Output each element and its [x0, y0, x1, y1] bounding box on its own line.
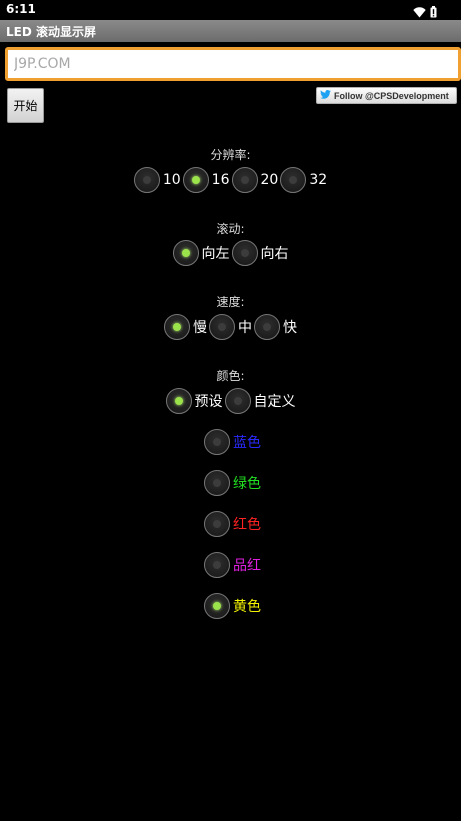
speed-option-fast[interactable]: 快 — [254, 314, 297, 340]
status-time: 6:11 — [6, 2, 36, 16]
scroll-option-left[interactable]: 向左 — [172, 240, 230, 266]
radio-button[interactable] — [204, 429, 230, 455]
scroll-direction-radio-group: 向左 向右 — [0, 240, 461, 266]
radio-button[interactable] — [254, 314, 280, 340]
color-preset-blue[interactable]: 蓝色 — [204, 429, 261, 455]
resolution-option-32[interactable]: 32 — [280, 167, 327, 193]
radio-button[interactable] — [204, 511, 230, 537]
radio-button[interactable] — [280, 167, 307, 193]
radio-label: 品红 — [233, 558, 261, 574]
radio-label: 向左 — [201, 246, 230, 262]
color-preset-green[interactable]: 绿色 — [204, 470, 261, 496]
speed-label: 速度: — [216, 295, 245, 309]
radio-button[interactable] — [204, 593, 230, 619]
speed-option-slow[interactable]: 慢 — [164, 314, 207, 340]
scroll-option-right[interactable]: 向右 — [231, 240, 289, 266]
radio-label: 红色 — [233, 517, 261, 533]
twitter-bird-icon — [320, 90, 331, 101]
radio-button[interactable] — [231, 167, 258, 193]
start-button[interactable]: 开始 — [7, 88, 44, 123]
twitter-follow-button[interactable]: Follow @CPSDevelopment — [316, 87, 457, 104]
twitter-follow-label: Follow @CPSDevelopment — [334, 90, 449, 101]
radio-button[interactable] — [209, 314, 235, 340]
resolution-option-20[interactable]: 20 — [231, 167, 279, 193]
title-bar: LED 滚动显示屏 — [0, 20, 461, 42]
scroll-text-input[interactable] — [5, 47, 461, 81]
color-preset-yellow[interactable]: 黄色 — [204, 593, 261, 619]
radio-label: 蓝色 — [233, 435, 261, 451]
resolution-radio-group: 10 16 20 32 — [0, 167, 461, 193]
radio-button[interactable] — [165, 388, 192, 414]
radio-label: 快 — [283, 320, 297, 336]
radio-button[interactable] — [231, 240, 258, 266]
radio-button[interactable] — [164, 314, 190, 340]
speed-radio-group: 慢 中 快 — [0, 314, 461, 340]
radio-label: 32 — [309, 172, 328, 188]
radio-label: 20 — [260, 172, 279, 188]
color-mode-option-custom[interactable]: 自定义 — [224, 388, 296, 414]
radio-label: 慢 — [193, 320, 207, 336]
resolution-option-10[interactable]: 10 — [133, 167, 181, 193]
radio-label: 自定义 — [253, 394, 296, 410]
radio-label: 16 — [211, 172, 230, 188]
resolution-option-16[interactable]: 16 — [182, 167, 230, 193]
radio-label: 黄色 — [233, 599, 261, 615]
radio-button[interactable] — [204, 552, 230, 578]
speed-option-medium[interactable]: 中 — [209, 314, 252, 340]
radio-label: 10 — [162, 172, 181, 188]
radio-button[interactable] — [204, 470, 230, 496]
radio-button[interactable] — [172, 240, 199, 266]
radio-label: 向右 — [260, 246, 289, 262]
color-preset-red[interactable]: 红色 — [204, 511, 261, 537]
radio-button[interactable] — [182, 167, 209, 193]
color-label: 颜色: — [216, 369, 245, 383]
status-bar: 6:11 — [0, 0, 461, 20]
app-title: LED 滚动显示屏 — [6, 25, 96, 39]
radio-button[interactable] — [133, 167, 160, 193]
radio-button[interactable] — [224, 388, 251, 414]
resolution-label: 分辨率: — [210, 148, 251, 162]
color-mode-radio-group: 预设 自定义 — [0, 388, 461, 414]
color-mode-option-preset[interactable]: 预设 — [165, 388, 223, 414]
scroll-direction-label: 滚动: — [216, 222, 245, 236]
radio-label: 预设 — [194, 394, 223, 410]
color-preset-magenta[interactable]: 品红 — [204, 552, 261, 578]
radio-label: 绿色 — [233, 476, 261, 492]
radio-label: 中 — [238, 320, 252, 336]
